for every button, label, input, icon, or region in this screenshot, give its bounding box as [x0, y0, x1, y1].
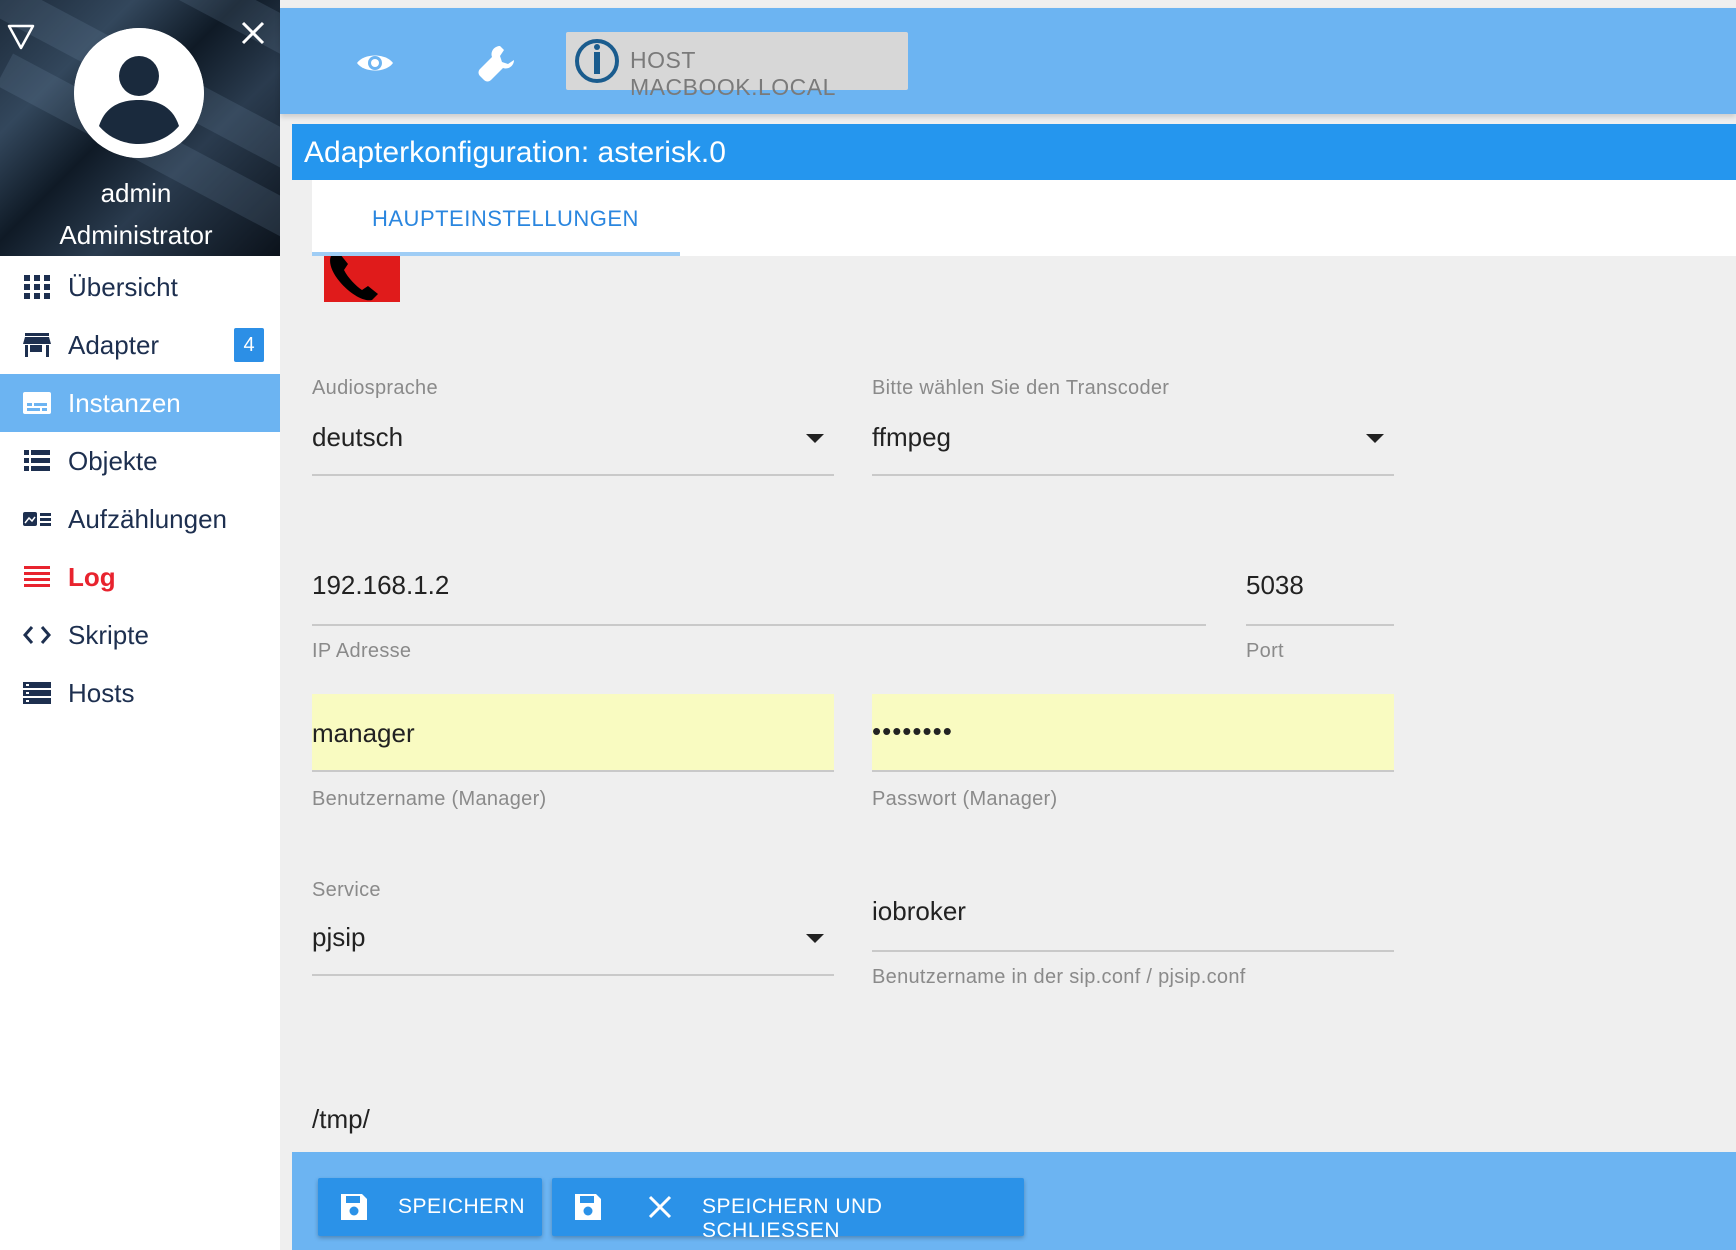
host-label: HOST MACBOOK.LOCAL — [630, 47, 836, 100]
collapse-menu-icon[interactable] — [6, 22, 36, 52]
adapter-update-badge: 4 — [234, 328, 264, 362]
audio-language-select[interactable]: deutsch — [312, 418, 834, 476]
ip-address-value: 192.168.1.2 — [312, 570, 450, 600]
tab-haupteinstellungen[interactable]: HAUPTEINSTELLUNGEN — [312, 180, 680, 256]
manager-username-input[interactable]: manager — [312, 694, 834, 772]
port-input[interactable]: 5038 — [1246, 566, 1394, 626]
sidebar-item-label: Instanzen — [68, 388, 181, 418]
save-icon — [575, 1194, 601, 1220]
enum-icon — [23, 512, 51, 526]
sidebar-item-hosts[interactable]: Hosts — [0, 664, 280, 722]
sidebar-item-objekte[interactable]: Objekte — [0, 432, 280, 490]
chevron-down-icon — [1366, 434, 1384, 443]
sip-username-input[interactable]: iobroker — [872, 894, 1394, 952]
transcoder-label: Bitte wählen Sie den Transcoder — [872, 377, 1170, 399]
chevron-down-icon — [806, 934, 824, 943]
asterisk-adapter-logo — [324, 256, 400, 302]
page-title-bar: Adapterkonfiguration: asterisk.0 — [292, 124, 1736, 180]
code-icon — [23, 626, 51, 644]
sidebar-item-aufzaehlungen[interactable]: Aufzählungen — [0, 490, 280, 548]
log-icon — [24, 566, 50, 587]
audio-language-label: Audiosprache — [312, 377, 438, 399]
manager-password-value: •••••••• — [872, 716, 953, 746]
avatar — [74, 28, 204, 158]
sidebar-item-skripte[interactable]: Skripte — [0, 606, 280, 664]
save-and-close-button-label: SPEICHERN UND SCHLIESSEN — [702, 1195, 883, 1242]
service-label: Service — [312, 879, 381, 901]
sidebar-header: admin Administrator — [0, 0, 280, 256]
phone-icon — [330, 256, 378, 301]
save-icon — [341, 1194, 367, 1220]
user-name: admin — [100, 178, 172, 208]
bottom-action-bar: SPEICHERN SPEICHERN UND SCHLIESSEN — [292, 1152, 1736, 1250]
tab-bar: HAUPTEINSTELLUNGEN — [312, 180, 1736, 256]
save-and-close-button[interactable]: SPEICHERN UND SCHLIESSEN — [552, 1178, 1024, 1242]
manager-password-label: Passwort (Manager) — [872, 788, 1058, 810]
sidebar-item-label: Objekte — [68, 446, 158, 476]
list-icon — [24, 450, 50, 471]
sidebar-item-label: Skripte — [68, 620, 149, 650]
sidebar-item-label: Adapter — [68, 330, 160, 360]
sidebar-item-log[interactable]: Log — [0, 548, 280, 606]
sidebar-nav: Übersicht Adapter 4 Instanzen Objekte Au… — [0, 258, 280, 722]
audio-language-value: deutsch — [312, 422, 404, 452]
store-icon — [23, 333, 51, 357]
ip-address-input[interactable]: 192.168.1.2 — [312, 566, 1206, 626]
sidebar-item-label: Log — [68, 562, 116, 592]
transcoder-select[interactable]: ffmpeg — [872, 418, 1394, 476]
transcoder-value: ffmpeg — [872, 422, 952, 452]
close-icon[interactable] — [240, 20, 266, 46]
top-toolbar: HOST MACBOOK.LOCAL — [280, 8, 1736, 114]
temp-path-value: /tmp/ — [312, 1104, 370, 1134]
eye-icon[interactable] — [354, 42, 396, 84]
save-button-label: SPEICHERN — [398, 1195, 526, 1218]
manager-password-input[interactable]: •••••••• — [872, 694, 1394, 772]
wrench-icon[interactable] — [476, 42, 518, 84]
sip-username-value: iobroker — [872, 896, 966, 926]
manager-username-value: manager — [312, 718, 415, 748]
user-role: Administrator — [59, 220, 213, 250]
sidebar-item-instanzen[interactable]: Instanzen — [0, 374, 280, 432]
sidebar-item-label: Hosts — [68, 678, 135, 708]
hosts-icon — [23, 682, 51, 704]
service-select[interactable]: pjsip — [312, 918, 834, 976]
temp-path-input[interactable]: /tmp/ — [312, 1100, 1412, 1146]
close-icon — [648, 1195, 672, 1219]
sidebar-item-label: Aufzählungen — [68, 504, 228, 534]
instances-icon — [23, 392, 51, 414]
port-label: Port — [1246, 640, 1284, 662]
sidebar-item-label: Übersicht — [68, 272, 178, 302]
page-title: Adapterkonfiguration: asterisk.0 — [304, 136, 726, 169]
sip-username-label: Benutzername in der sip.conf / pjsip.con… — [872, 966, 1246, 988]
chevron-down-icon — [806, 434, 824, 443]
service-value: pjsip — [312, 922, 366, 952]
sidebar-item-uebersicht[interactable]: Übersicht — [0, 258, 280, 316]
port-value: 5038 — [1246, 570, 1304, 600]
sidebar: admin Administrator Übersicht Adapter 4 … — [0, 0, 280, 1250]
sidebar-item-adapter[interactable]: Adapter 4 — [0, 316, 280, 374]
ip-address-label: IP Adresse — [312, 640, 412, 662]
host-selector[interactable]: HOST MACBOOK.LOCAL — [566, 32, 908, 100]
iobroker-logo-icon — [575, 39, 619, 83]
tab-label: HAUPTEINSTELLUNGEN — [372, 206, 639, 231]
save-button[interactable]: SPEICHERN — [318, 1178, 542, 1236]
user-avatar-icon — [74, 28, 204, 158]
grid-icon — [24, 275, 50, 299]
manager-username-label: Benutzername (Manager) — [312, 788, 547, 810]
